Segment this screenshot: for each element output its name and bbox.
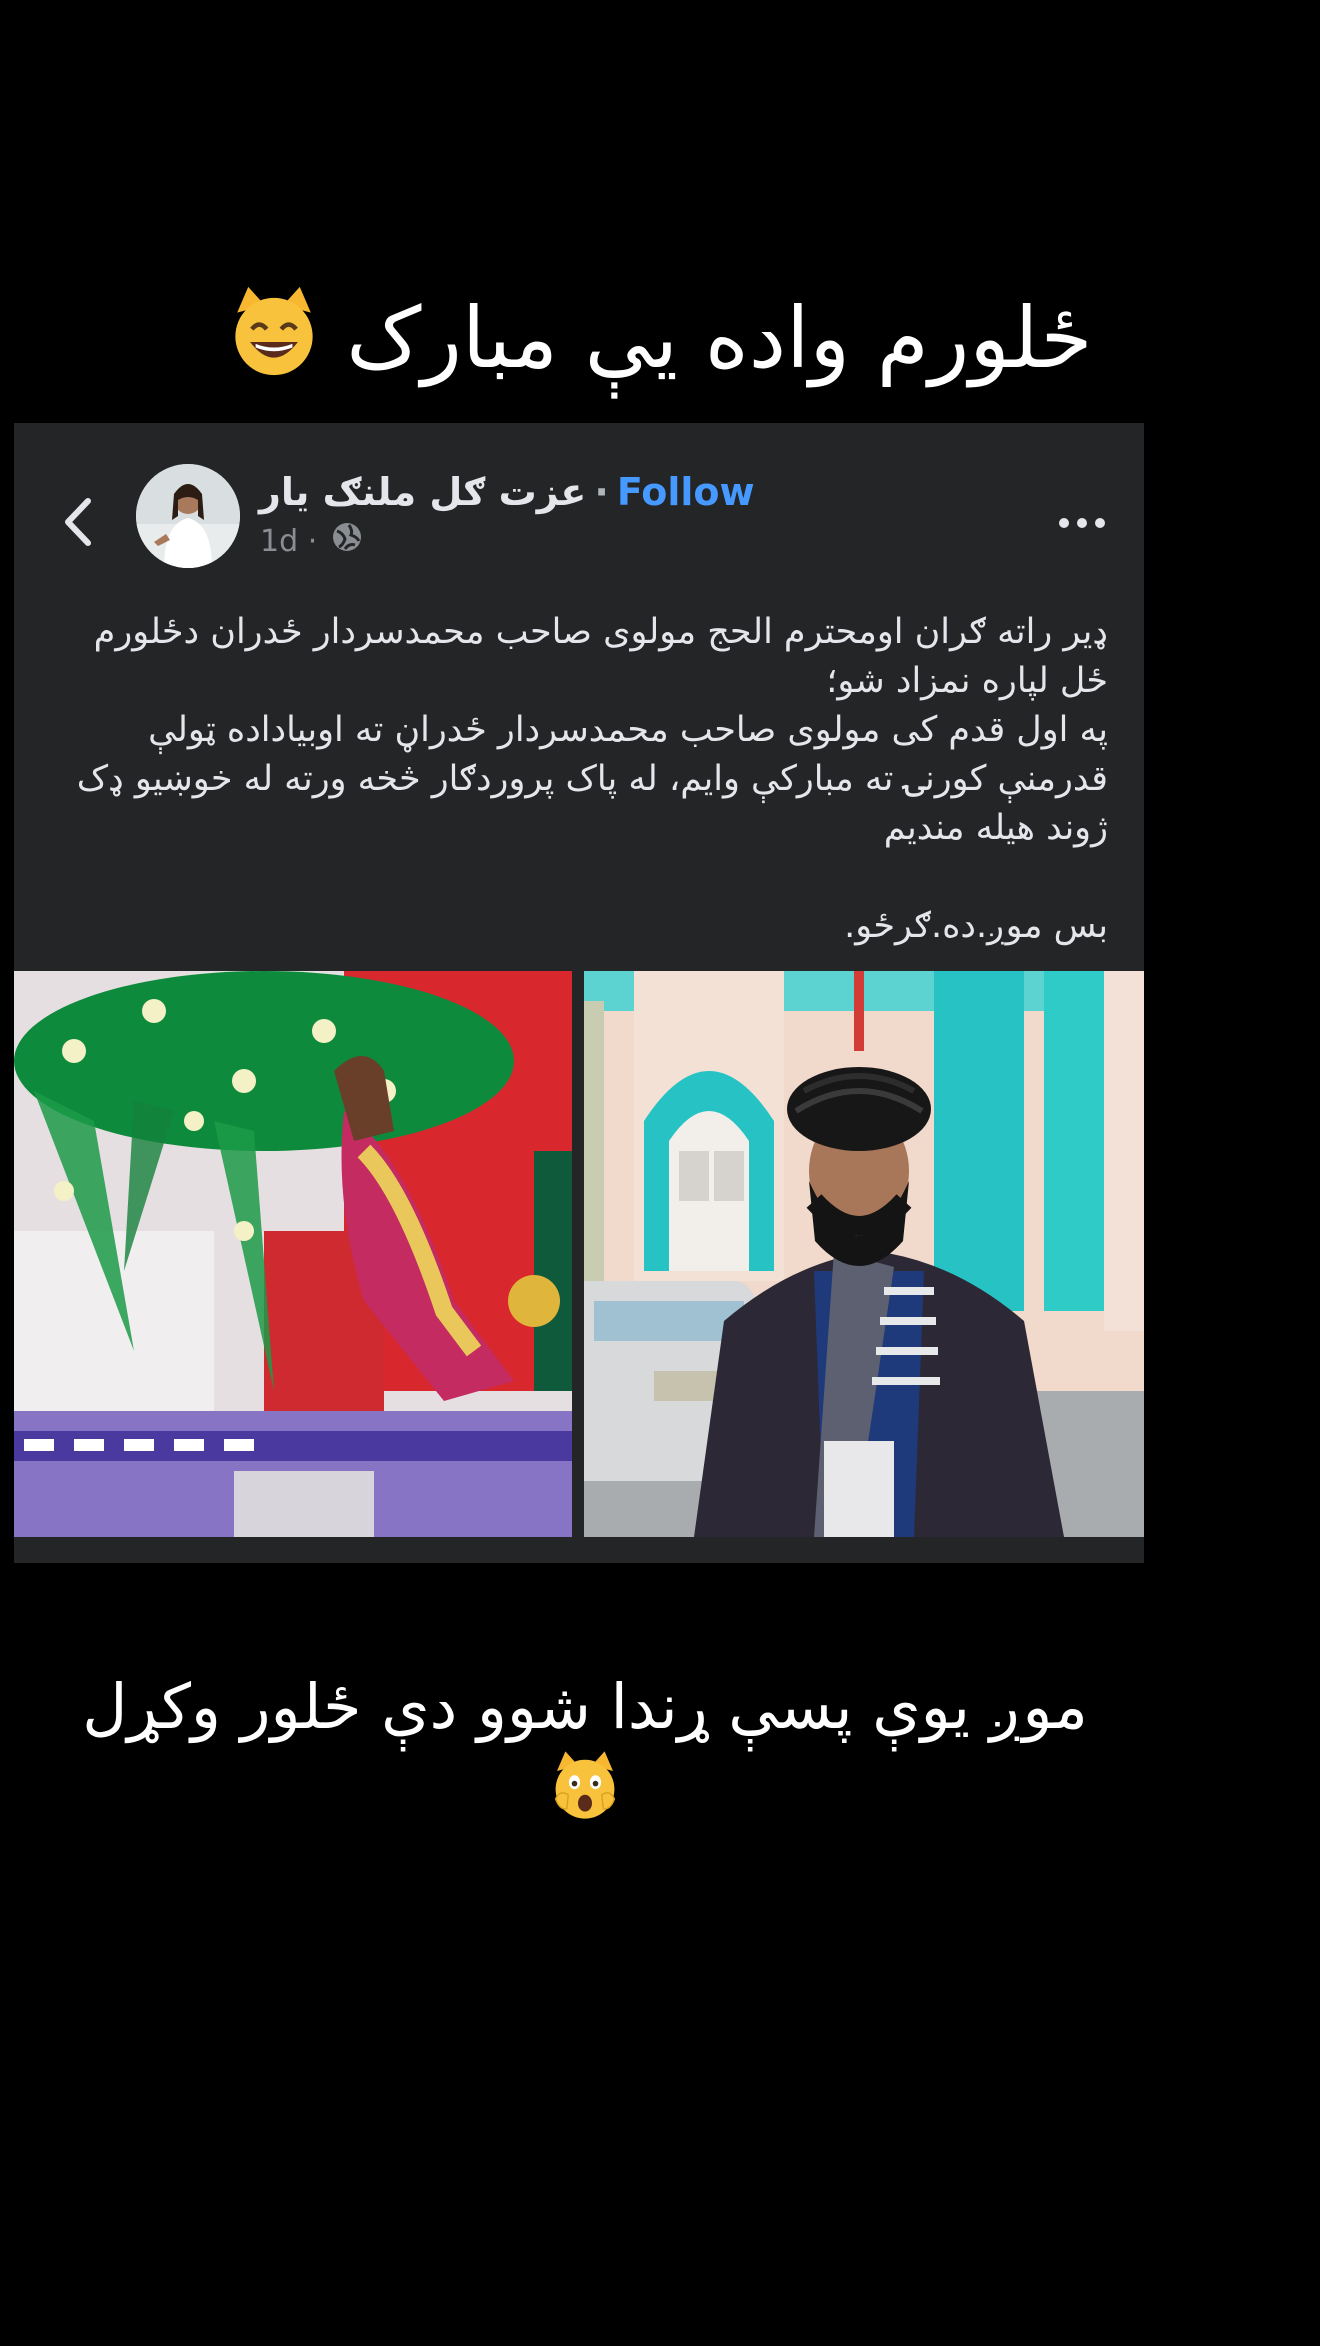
post-timestamp: 1d [260, 524, 299, 559]
post-text-line: په اول قدم کی مولوی صاحب محمدسردار ځدراڼ… [148, 710, 1108, 750]
more-horizontal-icon [1059, 518, 1105, 528]
top-caption: ځلورم واده یې مبارک [0, 285, 1320, 384]
top-caption-text: ځلورم واده یې مبارک [346, 289, 1093, 387]
post-text-line: ډیر راته ګران اومحترم الحج مولوی صاحب مح… [93, 612, 1108, 652]
man-turban-image [584, 971, 1144, 1537]
dot-separator: · [594, 470, 609, 514]
post-text: ډیر راته ګران اومحترم الحج مولوی صاحب مح… [54, 608, 1108, 951]
more-options-button[interactable] [1052, 503, 1112, 543]
post-text-blank-line [54, 853, 1108, 902]
back-button[interactable] [50, 487, 110, 557]
weary-cat-emoji-icon [550, 1749, 620, 1833]
post-text-line: بس موږ.ده.ګرځو. [844, 906, 1108, 946]
screen: ځلورم واده یې مبارک عزت ګل ملنګ یار · Fo… [0, 0, 1320, 2346]
photo-grid [14, 971, 1144, 1537]
post-text-line: قدرمنې کورنۍ ته مبارکې وایم، له پاک پرور… [76, 759, 1108, 799]
man-turban-photo[interactable] [584, 971, 1144, 1537]
author-line: عزت ګل ملنګ یار · Follow [259, 467, 755, 517]
bride-veil-photo[interactable] [14, 971, 572, 1537]
post-meta: 1d · [260, 521, 363, 561]
bride-veil-image [14, 971, 572, 1537]
post-text-line: ځل لپاره نمزاد شو؛ [826, 661, 1108, 701]
facebook-post-card: عزت ګل ملنګ یار · Follow 1d · ډیر راته ګ… [14, 423, 1144, 1563]
author-name[interactable]: عزت ګل ملنګ یار [259, 470, 586, 514]
smiling-cat-emoji-icon [228, 285, 320, 384]
post-header: عزت ګل ملنګ یار · Follow 1d · [14, 423, 1144, 588]
profile-photo [136, 464, 240, 568]
globe-icon [331, 521, 363, 564]
bottom-caption-text: موږ یوې پسې ړندا شوو دې ځلور وکړل [82, 1670, 1088, 1743]
post-text-line: ژوند هیله مندیم [883, 808, 1108, 848]
avatar[interactable] [136, 464, 240, 568]
meta-separator: · [307, 524, 318, 559]
bottom-caption: موږ یوې پسې ړندا شوو دې ځلور وکړل [60, 1665, 1110, 1833]
chevron-left-icon [65, 498, 91, 546]
follow-button[interactable]: Follow [617, 470, 755, 514]
